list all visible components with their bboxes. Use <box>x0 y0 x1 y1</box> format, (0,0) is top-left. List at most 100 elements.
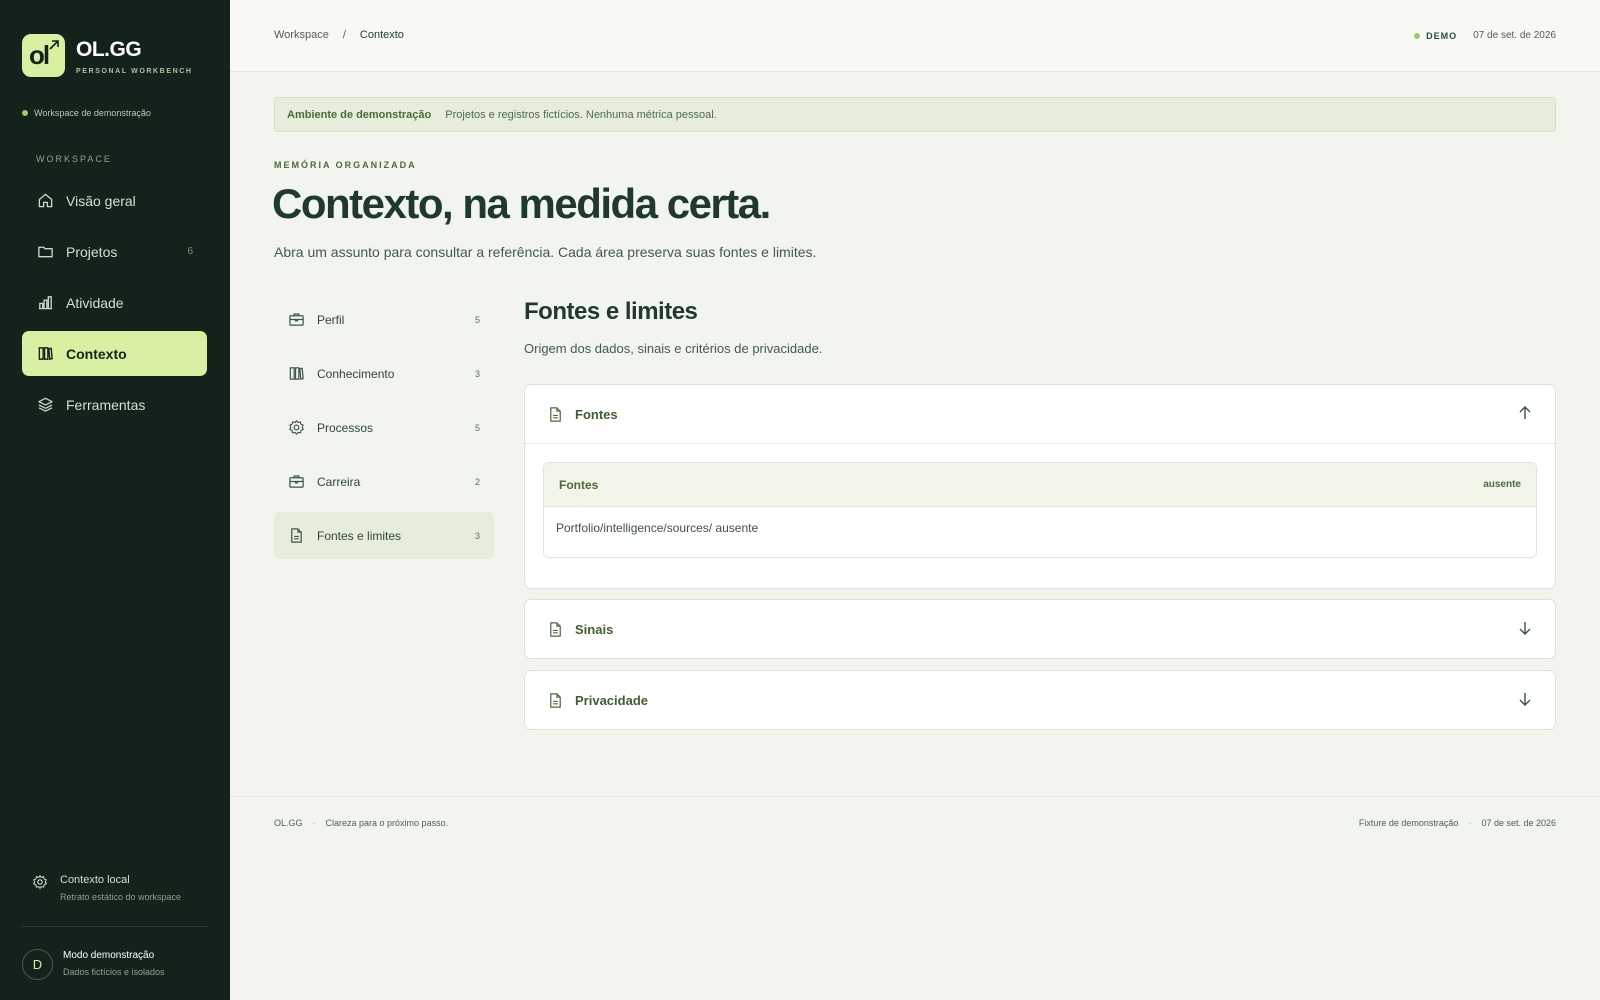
home-icon <box>36 192 54 210</box>
breadcrumb-workspace[interactable]: Workspace <box>274 29 329 41</box>
footer-right: Fixture de demonstração · 07 de set. de … <box>1359 818 1556 828</box>
section-title: Fontes e limites <box>524 298 698 325</box>
sidebar: ol OL.GG PERSONAL WORKBENCH Workspace de… <box>0 0 230 1000</box>
user-mode: Modo demonstração Dados fictícios e isol… <box>63 950 165 977</box>
source-card: Fontes ausente Portfolio/intelligence/so… <box>543 462 1537 558</box>
arrow-up-right-icon <box>49 40 59 50</box>
footer-separator: · <box>312 818 316 828</box>
demo-banner-title: Ambiente de demonstração <box>287 108 432 121</box>
category-label: Processos <box>317 420 374 435</box>
local-context-subtitle: Retrato estático do workspace <box>60 892 182 902</box>
folder-icon <box>36 243 54 261</box>
breadcrumb-current: Contexto <box>359 29 404 41</box>
category-count: 3 <box>474 368 480 379</box>
books-icon <box>36 345 54 363</box>
sidebar-item-tools[interactable]: Ferramentas <box>22 382 207 427</box>
topbar: Workspace / Contexto DEMO 07 de set. de … <box>230 0 1600 72</box>
category-count: 5 <box>474 422 480 433</box>
category-label: Conhecimento <box>317 366 395 381</box>
brand-name: OL.GG <box>76 38 142 61</box>
footer-fixture: Fixture de demonstração <box>1358 818 1459 828</box>
sidebar-item-label: Contexto <box>66 345 127 362</box>
sidebar-divider <box>22 926 207 927</box>
breadcrumb: Workspace / Contexto <box>274 29 404 41</box>
accordion-header[interactable]: Sinais <box>525 600 1555 658</box>
footer-separator: · <box>1468 818 1472 828</box>
accordion-signals: Sinais <box>524 599 1556 659</box>
avatar[interactable]: D <box>22 949 53 980</box>
sidebar-item-label: Atividade <box>66 294 124 311</box>
category-list: Perfil 5 Conhecimento 3 Processos 5 Carr… <box>274 296 494 566</box>
accordion-label: Fontes <box>575 406 618 422</box>
document-icon <box>288 527 306 545</box>
accordion-label: Privacidade <box>575 692 648 708</box>
sidebar-item-count: 6 <box>187 246 193 257</box>
nav-section-label: WORKSPACE <box>36 154 112 164</box>
books-icon <box>288 365 306 383</box>
category-count: 2 <box>474 476 480 487</box>
category-count: 5 <box>474 314 480 325</box>
demo-banner-text: Projetos e registros fictícios. Nenhuma … <box>445 108 717 121</box>
page-subtitle: Abra um assunto para consultar a referên… <box>274 244 817 260</box>
sidebar-item-activity[interactable]: Atividade <box>22 280 207 325</box>
logo-text: ol <box>29 40 50 70</box>
workspace-tag: Workspace de demonstração <box>22 108 151 118</box>
topbar-date: 07 de set. de 2026 <box>1473 30 1556 41</box>
accordion-label: Sinais <box>575 621 614 637</box>
source-card-header: Fontes ausente <box>544 463 1536 507</box>
demo-banner: Ambiente de demonstração Projetos e regi… <box>274 97 1556 132</box>
sidebar-item-label: Visão geral <box>66 192 136 209</box>
user-mode-title: Modo demonstração <box>63 950 155 961</box>
category-item-career[interactable]: Carreira 2 <box>274 458 494 505</box>
source-card-body: Portfolio/intelligence/sources/ ausente <box>556 521 759 535</box>
arrow-down-icon[interactable] <box>1517 691 1533 712</box>
section-subtitle: Origem dos dados, sinais e critérios de … <box>524 341 823 356</box>
sidebar-item-context[interactable]: Contexto <box>22 331 207 376</box>
sidebar-item-projects[interactable]: Projetos 6 <box>22 229 207 274</box>
demo-badge-label: DEMO <box>1426 30 1458 41</box>
bar-chart-icon <box>36 294 54 312</box>
status-dot-icon <box>22 110 28 116</box>
local-context-title: Contexto local <box>60 874 130 886</box>
footer-left: OL.GG · Clareza para o próximo passo. <box>274 818 448 828</box>
local-context[interactable]: Contexto local Retrato estático do works… <box>32 874 181 902</box>
arrow-down-icon[interactable] <box>1517 620 1533 641</box>
sidebar-nav: Visão geral Projetos 6 Atividade Context… <box>22 178 207 433</box>
footer-date: 07 de set. de 2026 <box>1481 818 1556 828</box>
breadcrumb-separator: / <box>342 29 346 41</box>
briefcase-icon <box>288 311 306 329</box>
briefcase-icon <box>288 473 306 491</box>
document-icon <box>547 691 565 709</box>
sidebar-item-label: Projetos <box>66 243 118 260</box>
topbar-meta: DEMO 07 de set. de 2026 <box>1414 30 1556 41</box>
page-eyebrow: MEMÓRIA ORGANIZADA <box>274 160 417 170</box>
status-dot-icon <box>1414 32 1421 39</box>
sidebar-item-overview[interactable]: Visão geral <box>22 178 207 223</box>
footer-tagline: Clareza para o próximo passo. <box>325 818 449 828</box>
page-title: Contexto, na medida certa. <box>272 180 771 227</box>
logo[interactable]: ol <box>22 34 65 77</box>
category-item-processes[interactable]: Processos 5 <box>274 404 494 451</box>
workspace-tag-label: Workspace de demonstração <box>34 108 151 118</box>
accordion-sources: Fontes Fontes ausente Portfolio/intellig… <box>524 384 1556 589</box>
layers-icon <box>36 396 54 414</box>
footer-divider <box>230 796 1600 797</box>
accordion-body: Fontes ausente Portfolio/intelligence/so… <box>525 443 1555 588</box>
arrow-up-icon[interactable] <box>1517 405 1533 426</box>
source-card-title: Fontes <box>559 477 599 492</box>
footer-brand: OL.GG <box>274 818 303 828</box>
category-item-profile[interactable]: Perfil 5 <box>274 296 494 343</box>
category-count: 3 <box>474 530 480 541</box>
accordion-header[interactable]: Fontes <box>525 385 1555 443</box>
user-mode-subtitle: Dados fictícios e isolados <box>63 967 165 977</box>
category-item-knowledge[interactable]: Conhecimento 3 <box>274 350 494 397</box>
category-label: Carreira <box>317 474 361 489</box>
accordion-privacy: Privacidade <box>524 670 1556 730</box>
category-label: Perfil <box>317 312 345 327</box>
sidebar-item-label: Ferramentas <box>66 396 146 413</box>
gear-icon <box>288 419 306 437</box>
accordion-header[interactable]: Privacidade <box>525 671 1555 729</box>
category-label: Fontes e limites <box>317 528 402 543</box>
category-item-sources-limits[interactable]: Fontes e limites 3 <box>274 512 494 559</box>
demo-badge: DEMO <box>1414 31 1457 41</box>
